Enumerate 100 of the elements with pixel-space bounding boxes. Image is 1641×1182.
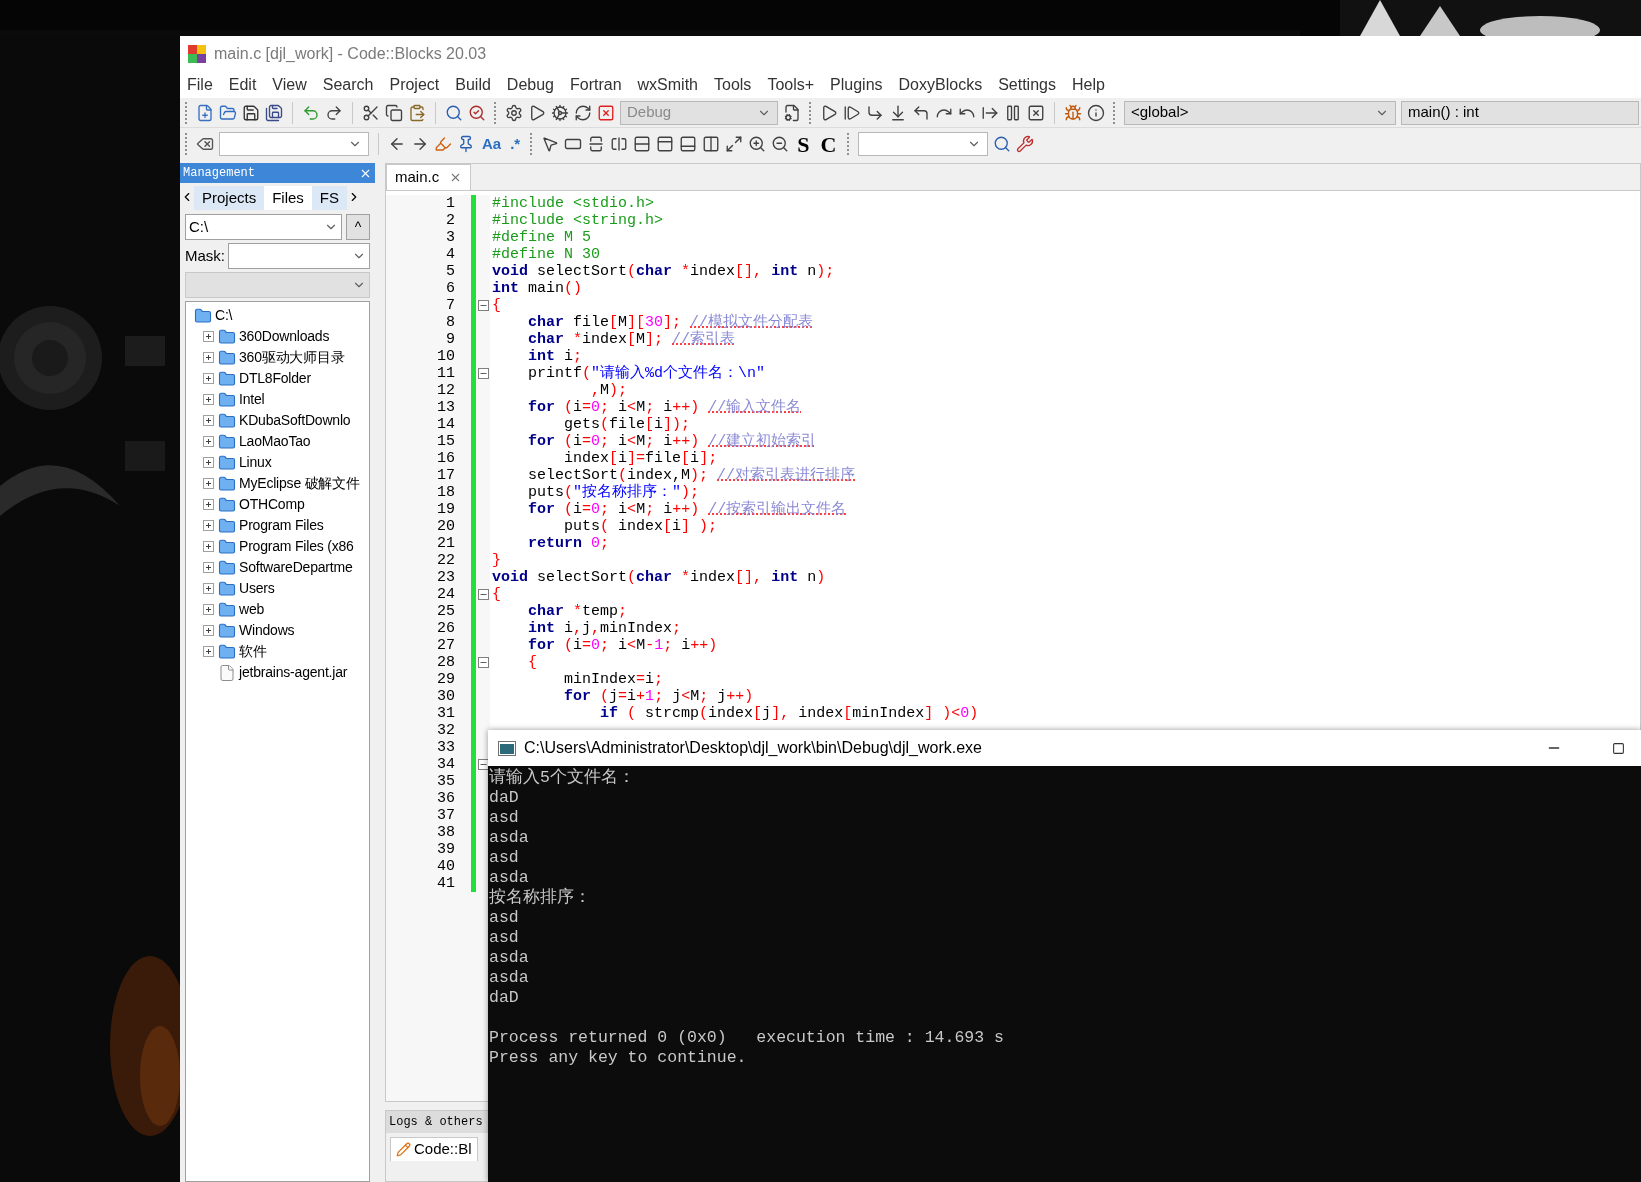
fold-marker-icon[interactable] (477, 759, 489, 770)
play-icon[interactable] (528, 103, 546, 122)
function-dropdown[interactable]: main() : int (1401, 100, 1639, 125)
scope-dropdown[interactable]: <global> (1124, 100, 1396, 125)
menu-item[interactable]: Fortran (570, 73, 622, 97)
stop-icon[interactable] (597, 103, 615, 122)
highlighter-icon[interactable] (434, 135, 452, 153)
stop-icon[interactable] (1027, 103, 1045, 122)
maximize-icon[interactable] (1612, 741, 1625, 755)
expand-icon[interactable] (203, 478, 214, 489)
tree-item[interactable]: C:\ (215, 305, 233, 326)
fold-marker-icon[interactable] (477, 589, 489, 600)
step-out-icon[interactable] (912, 103, 930, 122)
toolbar-letter-button[interactable]: S (794, 127, 813, 161)
search-field[interactable] (219, 132, 369, 156)
menu-item[interactable]: Help (1071, 73, 1105, 97)
fold-marker-icon[interactable] (477, 368, 489, 379)
expand-icon[interactable] (203, 352, 214, 363)
panel-icon[interactable] (679, 135, 698, 153)
tree-item[interactable]: KDubaSoftDownlo (239, 410, 351, 431)
expand-icon[interactable] (203, 373, 214, 384)
expand-icon[interactable] (203, 457, 214, 468)
tree-item[interactable]: SoftwareDepartme (239, 557, 353, 578)
panel-tab[interactable]: Projects (194, 186, 265, 210)
paste-icon[interactable] (408, 103, 426, 122)
menu-item[interactable]: Build (455, 73, 491, 97)
fold-marker-icon[interactable] (477, 657, 489, 668)
toolbar-text-button[interactable]: .* (508, 132, 523, 156)
expand-icon[interactable] (203, 646, 214, 657)
redo-icon[interactable] (325, 103, 343, 122)
menu-item[interactable]: Search (322, 73, 374, 97)
menu-item[interactable]: Settings (998, 73, 1056, 97)
tree-item[interactable]: Program Files (x86 (239, 536, 354, 557)
tree-item[interactable]: jetbrains-agent.jar (239, 662, 348, 683)
open-folder-icon[interactable] (219, 103, 237, 122)
clear-icon[interactable] (196, 135, 214, 153)
tree-item[interactable]: DTL8Folder (239, 368, 311, 389)
tree-item[interactable]: Program Files (239, 515, 324, 536)
expand-icon[interactable] (203, 541, 214, 552)
tree-item[interactable]: MyEclipse 破解文件 (239, 473, 360, 494)
tree-item[interactable]: Linux (239, 452, 272, 473)
path-dropdown[interactable]: C:\ (185, 214, 342, 240)
menu-item[interactable]: View (272, 73, 307, 97)
menu-item[interactable]: Debug (506, 73, 554, 97)
log-tab[interactable]: Code::Bl (390, 1137, 478, 1161)
tree-item[interactable]: web (239, 599, 265, 620)
columns-icon[interactable] (702, 135, 721, 153)
step-icon[interactable] (843, 103, 861, 122)
expand-icon[interactable] (203, 604, 214, 615)
back-icon[interactable] (388, 135, 406, 153)
tree-item[interactable]: 软件 (239, 641, 267, 662)
copy-icon[interactable] (385, 103, 403, 122)
undo-icon[interactable] (302, 103, 320, 122)
tree-item[interactable]: 360驱动大师目录 (239, 347, 345, 368)
tree-item[interactable]: Windows (239, 620, 295, 641)
menu-item[interactable]: Tools (714, 73, 752, 97)
up-button[interactable]: ^ (346, 214, 370, 240)
pointer-icon[interactable] (541, 135, 560, 153)
tree-item[interactable]: LaoMaoTao (239, 431, 311, 452)
expand-icon[interactable] (203, 394, 214, 405)
wrench-icon[interactable] (1016, 135, 1035, 153)
expand-icon[interactable] (203, 583, 214, 594)
fold-marker-icon[interactable] (477, 300, 489, 311)
play-icon[interactable] (820, 103, 838, 122)
menu-item[interactable]: File (187, 73, 213, 97)
menu-item[interactable]: wxSmith (637, 73, 698, 97)
pause-icon[interactable] (1004, 103, 1022, 122)
tree-item[interactable]: Intel (239, 389, 265, 410)
expand-icon[interactable] (203, 520, 214, 531)
expand-icon[interactable] (203, 562, 214, 573)
refresh-icon[interactable] (574, 103, 592, 122)
split-square-icon[interactable] (610, 135, 629, 153)
bug-icon[interactable] (1064, 103, 1082, 122)
file-settings-icon[interactable] (783, 103, 801, 122)
info-icon[interactable] (1087, 103, 1105, 122)
replace-icon[interactable] (468, 103, 486, 122)
tree-item[interactable]: OTHComp (239, 494, 305, 515)
menu-item[interactable]: Edit (228, 73, 257, 97)
panel-tab[interactable]: FS (311, 186, 348, 210)
zoom-out-icon[interactable] (771, 135, 790, 153)
save-icon[interactable] (242, 103, 260, 122)
step-down-icon[interactable] (889, 103, 907, 122)
editor-tab[interactable]: main.c (386, 164, 472, 190)
save-all-icon[interactable] (265, 103, 283, 122)
new-file-icon[interactable] (196, 103, 214, 122)
rows-icon[interactable] (633, 135, 652, 153)
pin-icon[interactable] (457, 135, 475, 153)
menu-item[interactable]: Project (389, 73, 440, 97)
search-icon[interactable] (993, 135, 1012, 153)
menu-item[interactable]: Tools+ (767, 73, 815, 97)
expand-arrows-icon[interactable] (725, 135, 744, 153)
forward-icon[interactable] (411, 135, 429, 153)
toolbar-letter-button[interactable]: C (817, 127, 840, 161)
expand-icon[interactable] (203, 499, 214, 510)
tree-item[interactable]: Users (239, 578, 275, 599)
zoom-in-icon[interactable] (748, 135, 767, 153)
expand-icon[interactable] (203, 625, 214, 636)
cut-icon[interactable] (362, 103, 380, 122)
split-square-icon[interactable] (587, 135, 606, 153)
cog-icon[interactable] (551, 103, 569, 122)
